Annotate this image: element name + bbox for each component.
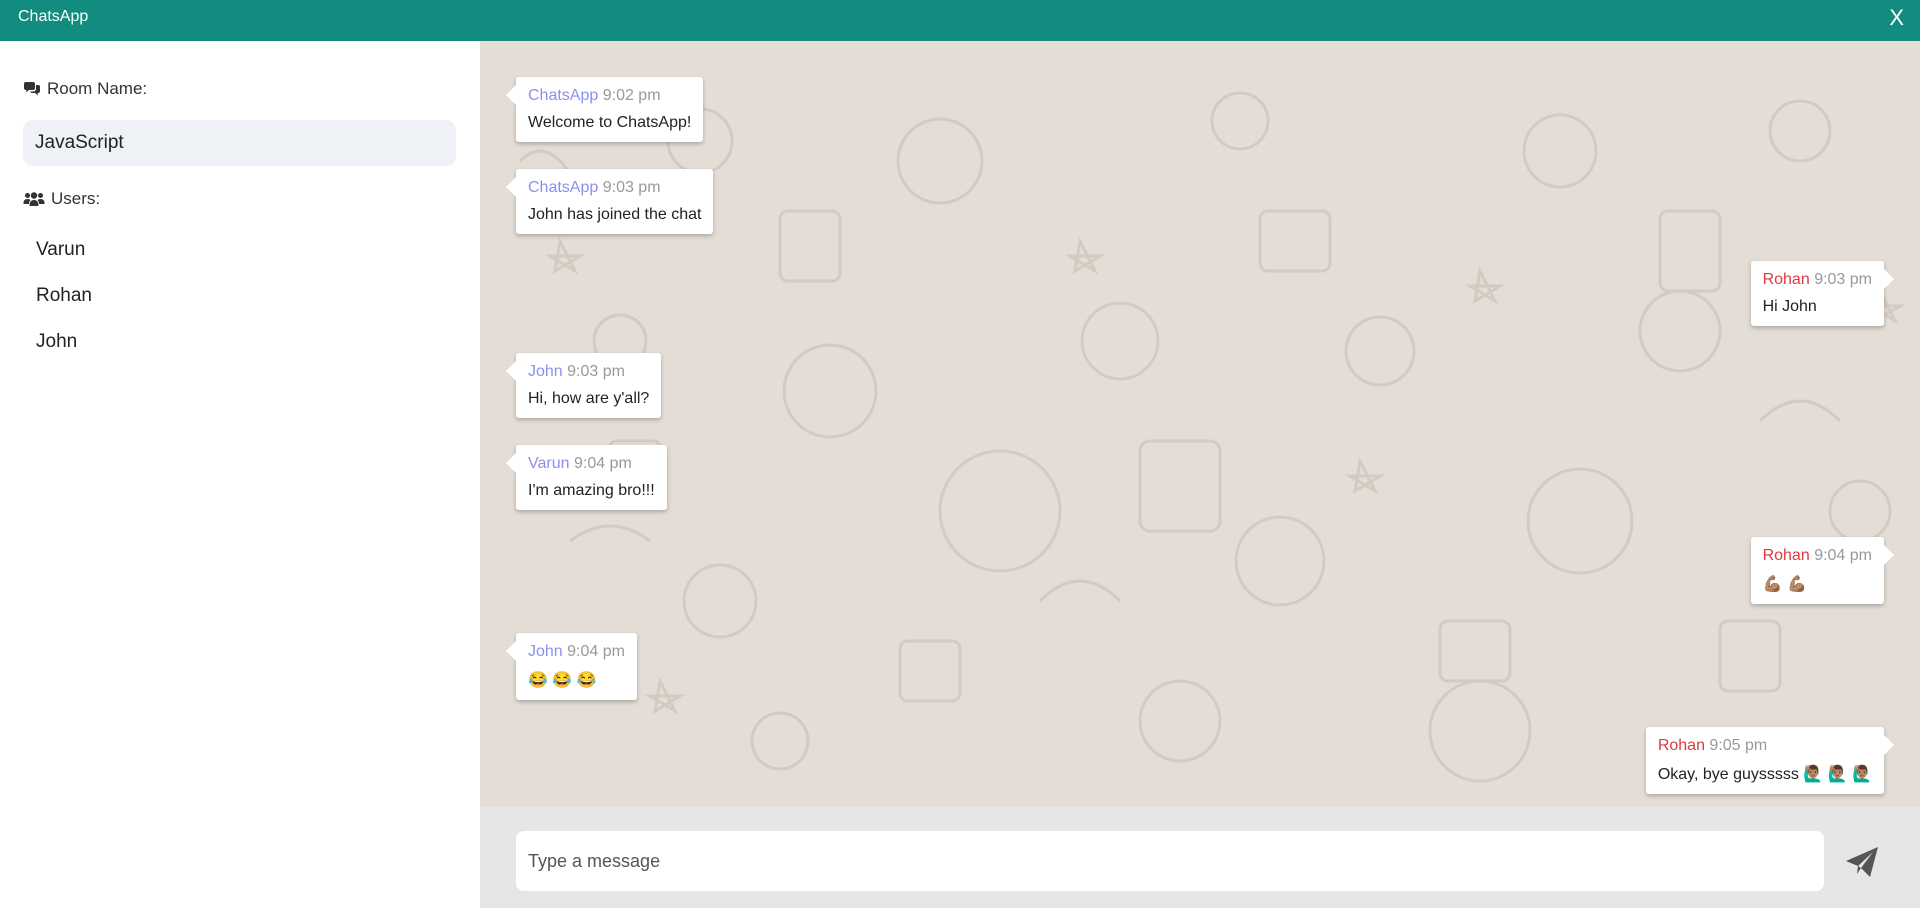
paper-plane-icon[interactable] [1842,841,1882,881]
users-label: Users: [51,189,101,208]
message-sender: John [528,643,563,660]
app-header: ChatsApp X [0,0,1920,41]
comments-icon [24,82,40,96]
message-time: 9:04 pm [1814,547,1872,564]
message-sender: ChatsApp [528,179,599,196]
chat-message: ChatsApp 9:03 pm John has joined the cha… [505,169,714,234]
chat-message: ChatsApp 9:02 pm Welcome to ChatsApp! [505,77,704,142]
app-title: ChatsApp [18,8,89,25]
message-text: Okay, bye guysssss 🙋🏽‍♂️ 🙋🏽‍♂️ 🙋🏽‍♂️ [1657,766,1872,783]
user-item: John [36,331,78,352]
chat-message: Rohan 9:05 pm Okay, bye guysssss 🙋🏽‍♂️ 🙋… [1645,727,1895,794]
user-list: Varun Rohan John [36,239,92,377]
chat-message: John 9:03 pm Hi, how are y'all? [505,353,662,418]
message-input[interactable] [516,831,1824,891]
message-sender: Rohan [1762,271,1810,288]
user-item: Rohan [36,285,92,306]
message-text: Hi, how are y'all? [528,390,650,407]
message-time: 9:04 pm [573,455,632,472]
message-text: John has joined the chat [528,206,702,223]
close-button[interactable]: X [1889,5,1904,31]
message-text: I'm amazing bro!!! [528,482,655,499]
message-sender: Rohan [1657,737,1705,754]
chat-message: John 9:04 pm 😂 😂 😂 [506,633,637,700]
message-time: 9:05 pm [1709,737,1768,754]
chat-message: Rohan 9:03 pm Hi John [1750,261,1895,326]
users-heading: Users: [23,189,100,209]
message-sender: Rohan [1762,547,1810,564]
chat-message: Varun 9:04 pm I'm amazing bro!!! [506,445,667,510]
room-name-label: Room Name: [47,79,148,98]
users-icon [23,192,45,206]
room-name-heading: Room Name: [23,79,147,99]
message-time: 9:02 pm [602,87,661,104]
message-text: 😂 😂 😂 [528,672,597,689]
sidebar: Room Name: JavaScript Users: Varun Rohan… [0,41,480,908]
message-composer [480,807,1920,908]
message-text: 💪🏽 💪🏽 [1762,576,1807,593]
message-time: 9:03 pm [567,363,625,380]
message-sender: ChatsApp [528,87,599,104]
user-item: Varun [36,239,86,260]
room-name-value: JavaScript [23,120,456,166]
message-time: 9:04 pm [567,643,625,660]
message-time: 9:03 pm [602,179,661,196]
message-sender: Varun [528,455,570,472]
message-text: Hi John [1762,298,1817,315]
chat-message: Rohan 9:04 pm 💪🏽 💪🏽 [1750,537,1895,604]
chat-messages-area[interactable]: ChatsApp 9:02 pm Welcome to ChatsApp! Ch… [480,41,1920,807]
chat-background-pattern [518,91,1906,783]
message-time: 9:03 pm [1814,271,1872,288]
message-sender: John [528,363,563,380]
message-text: Welcome to ChatsApp! [528,114,692,131]
